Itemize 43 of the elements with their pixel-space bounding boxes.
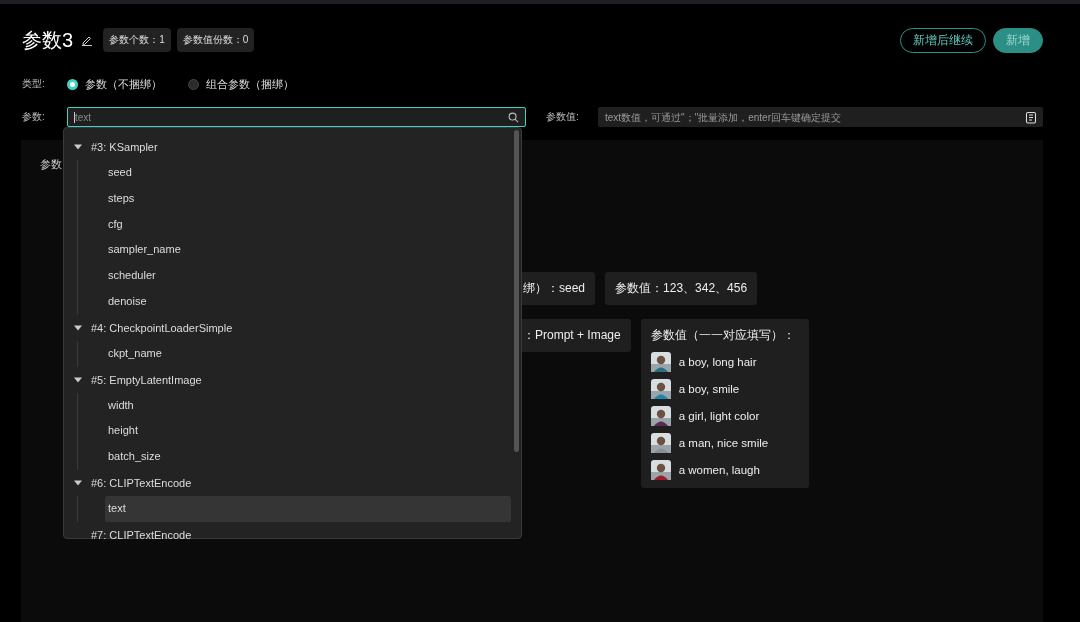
caret-icon[interactable] xyxy=(74,375,82,384)
tree-node[interactable]: #4: CheckpointLoaderSimple xyxy=(91,321,233,334)
tree-node[interactable]: #7: CLIPTextEncode xyxy=(91,528,192,541)
tree-node[interactable]: #3: KSampler xyxy=(91,141,158,153)
pencil-icon[interactable] xyxy=(81,34,94,46)
values-title: 参数值（一一对应填写）： xyxy=(650,327,796,344)
radio-option[interactable]: 组合参数（捆绑） xyxy=(188,76,294,92)
value-text: a boy, smile xyxy=(678,383,740,395)
value-text: a man, nice smile xyxy=(678,437,769,449)
param-search-field[interactable]: text xyxy=(67,107,526,127)
tree-item[interactable]: ckpt_name xyxy=(105,340,511,367)
type-label: 类型: xyxy=(22,77,46,91)
count-badge: 参数个数：1 xyxy=(103,28,171,52)
tree-node[interactable]: #5: EmptyLatentImage xyxy=(91,373,202,386)
caret-icon[interactable] xyxy=(74,478,82,487)
value-text: a women, laugh xyxy=(678,464,760,476)
tree-item[interactable]: height xyxy=(105,418,511,445)
tree-item[interactable]: sampler_name xyxy=(105,237,511,264)
caret-icon[interactable] xyxy=(74,323,82,332)
scrollbar[interactable] xyxy=(514,130,519,452)
tree-item[interactable]: text xyxy=(105,495,511,522)
count-badge: 参数值份数：0 xyxy=(176,28,255,52)
value-text: a girl, light color xyxy=(678,410,760,422)
example-label: 参数 xyxy=(40,158,62,170)
tree-item[interactable]: seed xyxy=(105,160,511,186)
search-icon xyxy=(508,111,519,123)
value-label: 参数值: xyxy=(546,110,580,124)
example-text: 参数值：123、342、456 xyxy=(605,272,758,305)
page-title: 参数3 xyxy=(22,27,74,53)
tree-item[interactable]: width xyxy=(105,392,511,419)
radio-option[interactable]: 参数（不捆绑） xyxy=(67,76,162,92)
tree-item[interactable]: denoise xyxy=(105,289,511,315)
tree-item[interactable]: batch_size xyxy=(105,444,511,470)
example-text: 绑）：seed xyxy=(522,272,596,305)
tree-item[interactable]: steps xyxy=(105,185,511,212)
tree-item[interactable]: cfg xyxy=(105,211,511,238)
caret-icon[interactable] xyxy=(74,143,82,151)
clipboard-icon[interactable] xyxy=(1025,110,1037,124)
param-label: 参数: xyxy=(22,110,46,124)
value-text: a boy, long hair xyxy=(678,356,757,368)
example-text: ：Prompt + Image xyxy=(522,319,631,352)
tree-node[interactable]: #6: CLIPTextEncode xyxy=(91,476,192,489)
tree-item[interactable]: scheduler xyxy=(105,263,511,289)
